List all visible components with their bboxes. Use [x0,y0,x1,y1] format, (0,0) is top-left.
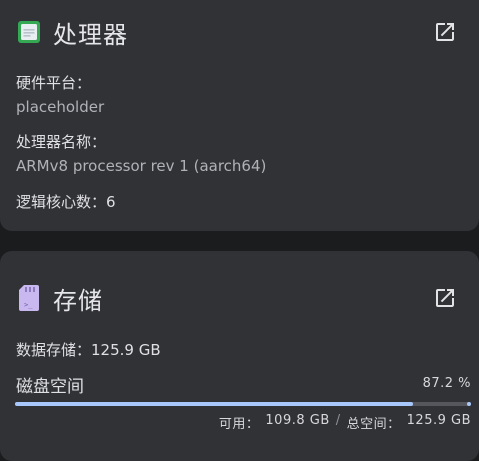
processor-name-label: 处理器名称： [16,133,107,151]
hardware-platform-value: placeholder [16,98,105,116]
available-value: 109.8 GB [265,413,330,428]
disk-usage-progress-bar [15,402,471,406]
open-external-icon[interactable] [433,286,457,310]
storage-card: >_ 存储 数据存储：125.9 GB 磁盘空间 87.2 % 可用： 109.… [0,251,479,461]
storage-card-header: >_ 存储 [17,281,457,315]
processor-name-value: ARMv8 processor rev 1 (aarch64) [16,157,267,175]
cpu-card-title: 处理器 [53,20,128,49]
disk-space-label: 磁盘空间 [16,377,84,397]
total-label: 总空间： [346,417,401,432]
svg-text:>_: >_ [24,301,33,309]
cpu-chip-icon [18,21,40,43]
total-value: 125.9 GB [406,413,471,428]
disk-capacity-summary: 可用： 109.8 GB / 总空间： 125.9 GB [219,413,471,432]
hardware-platform-label: 硬件平台： [16,74,92,92]
open-external-icon[interactable] [433,20,457,44]
capacity-separator: / [335,413,341,428]
cpu-card: 处理器 硬件平台： placeholder 处理器名称： ARMv8 proce… [0,0,479,231]
logical-cores-text: 逻辑核心数：6 [16,193,116,211]
sd-card-icon: >_ [19,285,39,311]
disk-usage-percent: 87.2 % [422,376,471,391]
data-storage-text: 数据存储：125.9 GB [16,341,161,359]
disk-usage-progress-end [467,402,471,406]
available-label: 可用： [218,417,260,432]
cpu-card-header: 处理器 [17,15,457,49]
storage-card-title: 存储 [53,286,103,315]
disk-usage-progress-fill [15,402,413,406]
